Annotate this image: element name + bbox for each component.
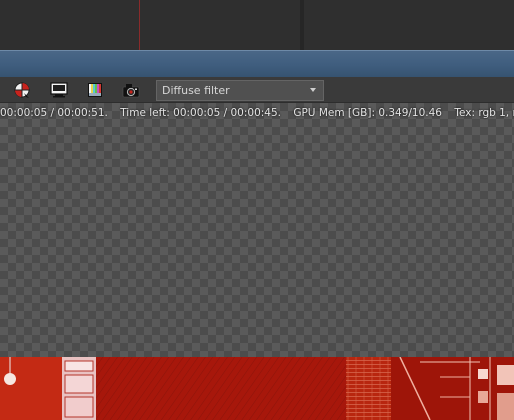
region-render-icon xyxy=(14,82,30,98)
red-guide-line xyxy=(139,0,140,50)
display-icon xyxy=(50,82,68,98)
color-bars-button[interactable] xyxy=(85,81,105,99)
display-button[interactable] xyxy=(49,81,69,99)
texture-stats: Tex: rgb 1, rgb64 0 xyxy=(454,107,514,119)
camera-button[interactable] xyxy=(121,81,141,99)
render-pass-select[interactable]: Diffuse filter xyxy=(156,80,324,101)
panel-divider[interactable] xyxy=(300,0,304,50)
chevron-down-icon xyxy=(310,88,316,92)
camera-icon xyxy=(122,84,140,98)
upper-viewport-panel xyxy=(0,0,514,50)
rendered-image-region xyxy=(0,357,514,420)
render-viewport[interactable]: 00:00:05 / 00:00:51. Time left: 00:00:05… xyxy=(0,103,514,420)
render-time-left: Time left: 00:00:05 / 00:00:45. xyxy=(120,107,281,119)
color-bars-icon xyxy=(88,83,102,97)
region-render-button[interactable] xyxy=(12,81,32,99)
render-pass-select-value: Diffuse filter xyxy=(162,84,230,97)
render-elapsed-time: 00:00:05 / 00:00:51. xyxy=(0,107,108,119)
gpu-memory-readout: GPU Mem [GB]: 0.349/10.46 xyxy=(293,107,442,119)
render-status-line: 00:00:05 / 00:00:51. Time left: 00:00:05… xyxy=(0,107,514,119)
render-window-title-bar[interactable] xyxy=(0,50,514,77)
